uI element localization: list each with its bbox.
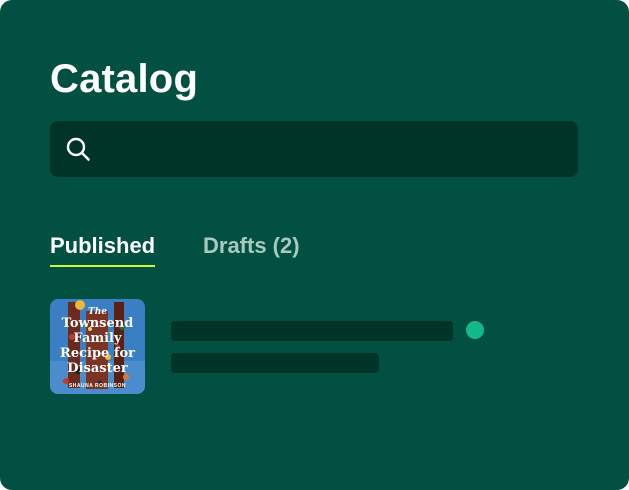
book-cover-title: The Townsend Family Recipe for Disaster … bbox=[50, 299, 145, 394]
search-icon bbox=[66, 137, 90, 161]
tab-published-label: Published bbox=[50, 233, 156, 258]
cover-line: Family bbox=[73, 331, 122, 346]
catalog-panel: Catalog Published Drafts (2) The Townsen… bbox=[0, 0, 629, 490]
book-cover[interactable]: The Townsend Family Recipe for Disaster … bbox=[50, 299, 145, 394]
subtitle-placeholder-bar bbox=[171, 353, 379, 373]
search-input[interactable] bbox=[106, 121, 570, 179]
cover-author: SHAUNA ROBINSON bbox=[68, 383, 127, 389]
active-tab-indicator bbox=[50, 265, 156, 267]
cover-line: Townsend bbox=[61, 316, 134, 331]
search-bar[interactable] bbox=[50, 121, 578, 179]
title-placeholder-bar bbox=[171, 321, 453, 341]
cover-line: Disaster bbox=[67, 361, 128, 376]
tab-drafts[interactable]: Drafts (2) bbox=[203, 232, 300, 266]
tab-drafts-label: Drafts (2) bbox=[203, 233, 300, 258]
cover-line: Recipe for bbox=[60, 346, 135, 361]
page-title: Catalog bbox=[50, 57, 199, 101]
status-indicator bbox=[466, 321, 484, 339]
tab-published[interactable]: Published bbox=[50, 232, 156, 270]
